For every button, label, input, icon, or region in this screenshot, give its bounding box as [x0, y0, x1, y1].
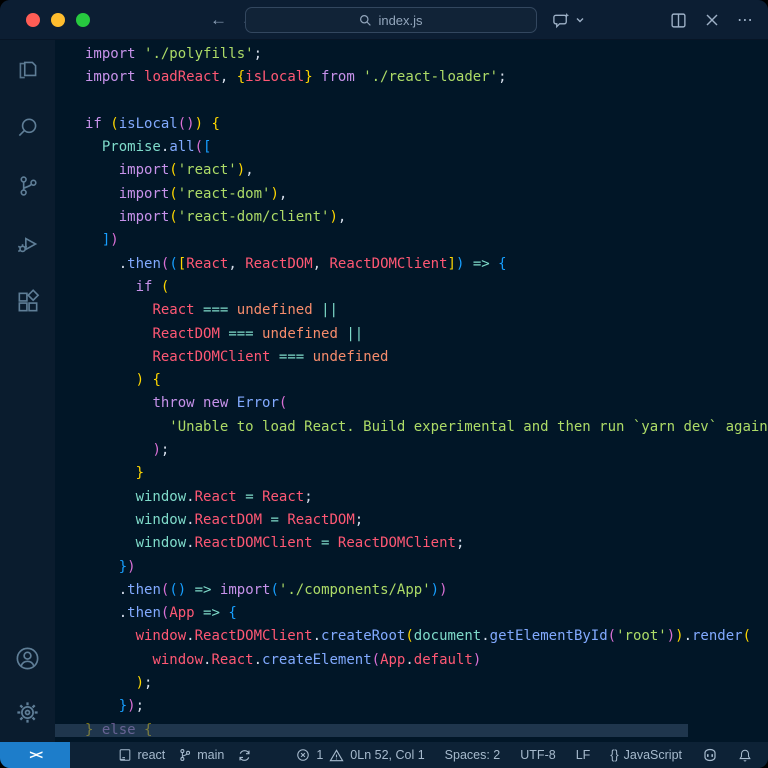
code-line[interactable]: })	[85, 556, 768, 579]
chevron-down-icon[interactable]	[575, 15, 585, 25]
copilot-icon[interactable]	[702, 747, 718, 763]
problems-item[interactable]: 1 0	[296, 748, 357, 763]
code-line[interactable]: Promise.all([	[85, 136, 768, 159]
horizontal-scrollbar[interactable]	[55, 724, 688, 737]
code-line[interactable]: if (isLocal()) {	[85, 113, 768, 136]
editor-pane[interactable]: import './polyfills';import loadReact, {…	[55, 40, 768, 742]
language-mode[interactable]: {} JavaScript	[610, 748, 682, 762]
extensions-icon[interactable]	[14, 288, 42, 316]
code-line[interactable]: );	[85, 672, 768, 695]
settings-gear-icon[interactable]	[14, 698, 42, 726]
code-line[interactable]: .then(() => import('./components/App'))	[85, 579, 768, 602]
code-line[interactable]: window.React = React;	[85, 486, 768, 509]
git-branch-icon	[178, 748, 192, 762]
back-arrow-icon[interactable]: ←	[210, 10, 227, 30]
remote-indicator[interactable]: ><	[0, 742, 70, 768]
run-debug-icon[interactable]	[14, 230, 42, 258]
eol-sequence[interactable]: LF	[576, 748, 591, 762]
code-line[interactable]: window.ReactDOM = ReactDOM;	[85, 509, 768, 532]
workspace-label: react	[137, 748, 165, 762]
close-window-button[interactable]	[26, 13, 40, 27]
code-line[interactable]: import('react-dom/client'),	[85, 206, 768, 229]
code-line[interactable]: ReactDOMClient === undefined	[85, 346, 768, 369]
code-line[interactable]: }	[85, 462, 768, 485]
sync-icon	[237, 748, 252, 763]
cursor-position[interactable]: Ln 52, Col 1	[357, 748, 424, 762]
code-line[interactable]: });	[85, 695, 768, 718]
code-line[interactable]: import('react'),	[85, 159, 768, 182]
code-line[interactable]: import loadReact, {isLocal} from './reac…	[85, 66, 768, 89]
branch-label: main	[197, 748, 224, 762]
bell-icon[interactable]	[738, 748, 752, 763]
window-icon	[118, 748, 132, 762]
code-line[interactable]: window.ReactDOMClient = ReactDOMClient;	[85, 532, 768, 555]
code-line[interactable]	[85, 90, 768, 113]
close-icon[interactable]	[705, 13, 719, 27]
remote-icon: ><	[29, 748, 41, 763]
code-line[interactable]: if (	[85, 276, 768, 299]
code-line[interactable]: throw new Error(	[85, 392, 768, 415]
error-count: 1	[316, 748, 323, 762]
code-line[interactable]: window.ReactDOMClient.createRoot(documen…	[85, 625, 768, 648]
vscode-window: ← → index.js	[0, 0, 768, 768]
code-line[interactable]: ReactDOM === undefined ||	[85, 323, 768, 346]
branch-item[interactable]: main	[178, 748, 224, 762]
more-actions-icon[interactable]: ⋯	[737, 10, 754, 30]
language-label: JavaScript	[624, 748, 682, 762]
minimize-window-button[interactable]	[51, 13, 65, 27]
code-line[interactable]: ) {	[85, 369, 768, 392]
workspace-item[interactable]: react	[118, 748, 165, 762]
error-icon	[296, 748, 310, 762]
code-line[interactable]: import('react-dom'),	[85, 183, 768, 206]
sync-item[interactable]	[237, 748, 252, 763]
status-bar: >< react main	[0, 742, 768, 768]
activity-bar	[0, 40, 55, 742]
code-line[interactable]: .then(([React, ReactDOM, ReactDOMClient]…	[85, 253, 768, 276]
traffic-lights	[26, 13, 90, 27]
code-line[interactable]: );	[85, 439, 768, 462]
warning-icon	[329, 748, 344, 763]
search-icon[interactable]	[14, 114, 42, 142]
code-area[interactable]: import './polyfills';import loadReact, {…	[55, 40, 768, 742]
code-line[interactable]: window.React.createElement(App.default)	[85, 649, 768, 672]
explorer-icon[interactable]	[14, 56, 42, 84]
source-control-icon[interactable]	[14, 172, 42, 200]
indentation[interactable]: Spaces: 2	[445, 748, 501, 762]
encoding[interactable]: UTF-8	[520, 748, 555, 762]
titlebar: ← → index.js	[0, 0, 768, 40]
split-editor-icon[interactable]	[670, 12, 687, 29]
code-line[interactable]: 'Unable to load React. Build experimenta…	[85, 416, 768, 439]
maximize-window-button[interactable]	[76, 13, 90, 27]
code-line[interactable]: import './polyfills';	[85, 43, 768, 66]
search-icon	[359, 14, 372, 27]
braces-icon: {}	[610, 748, 618, 762]
accounts-icon[interactable]	[14, 644, 42, 672]
code-line[interactable]: React === undefined ||	[85, 299, 768, 322]
command-center-label: index.js	[378, 13, 422, 28]
command-center-search[interactable]: index.js	[245, 7, 537, 33]
warning-count: 0	[350, 748, 357, 762]
copilot-chat-icon[interactable]	[552, 11, 571, 30]
code-line[interactable]: .then(App => {	[85, 602, 768, 625]
code-line[interactable]: ])	[85, 229, 768, 252]
